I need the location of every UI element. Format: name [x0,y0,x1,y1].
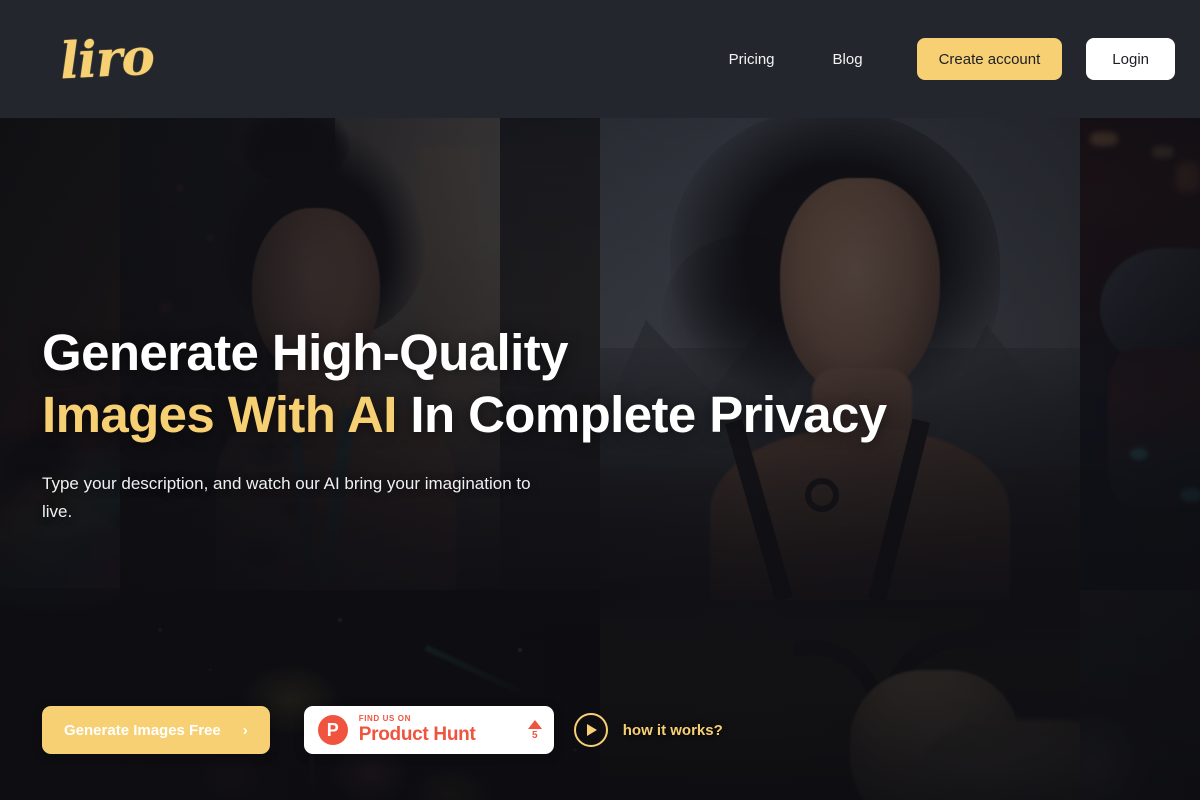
headline-accent: Images With AI [42,386,397,444]
product-hunt-name: Product Hunt [358,723,476,745]
mosaic-tile-bull [600,600,1080,800]
mosaic-tile-fantasy-armor [1080,118,1200,590]
landing-page: liro Pricing Blog Create account Login G… [0,0,1200,800]
headline-line-2-rest: In Complete Privacy [396,386,887,444]
upvote-count: 5 [531,729,538,741]
main-navigation: Pricing Blog Create account Login [700,38,1175,80]
mosaic-tile-dark-right [1080,590,1200,800]
generate-images-free-button[interactable]: Generate Images Free › [42,706,270,754]
how-it-works-label: how it works? [622,721,723,739]
login-button[interactable]: Login [1086,38,1175,80]
nav-link-pricing[interactable]: Pricing [700,51,804,68]
product-hunt-badge[interactable]: P FIND US ON Product Hunt 5 [303,706,554,754]
product-hunt-upvote[interactable]: 5 [527,719,542,741]
headline-line-1: Generate High-Quality [42,324,568,381]
play-icon [573,713,608,747]
mosaic-tile-dark-florals [120,590,600,800]
hero-headline: Generate High-Quality Images With AI In … [42,322,1022,446]
site-header: liro Pricing Blog Create account Login [0,0,1200,118]
hero-cta-row: Generate Images Free › P FIND US ON Prod… [42,706,723,754]
how-it-works-link[interactable]: how it works? [573,713,723,747]
product-hunt-pre-label: FIND US ON [358,713,411,723]
product-hunt-text: FIND US ON Product Hunt [358,713,476,745]
create-account-button[interactable]: Create account [916,38,1063,80]
nav-link-blog[interactable]: Blog [804,51,892,68]
brand-logo[interactable]: liro [58,27,155,91]
hero-subtitle: Type your description, and watch our AI … [42,474,531,521]
generate-button-label: Generate Images Free [64,721,221,739]
chevron-right-icon: › [242,721,248,739]
upvote-triangle-icon [527,719,542,729]
product-hunt-icon: P [317,715,348,745]
hero-content: Generate High-Quality Images With AI In … [42,322,1022,526]
